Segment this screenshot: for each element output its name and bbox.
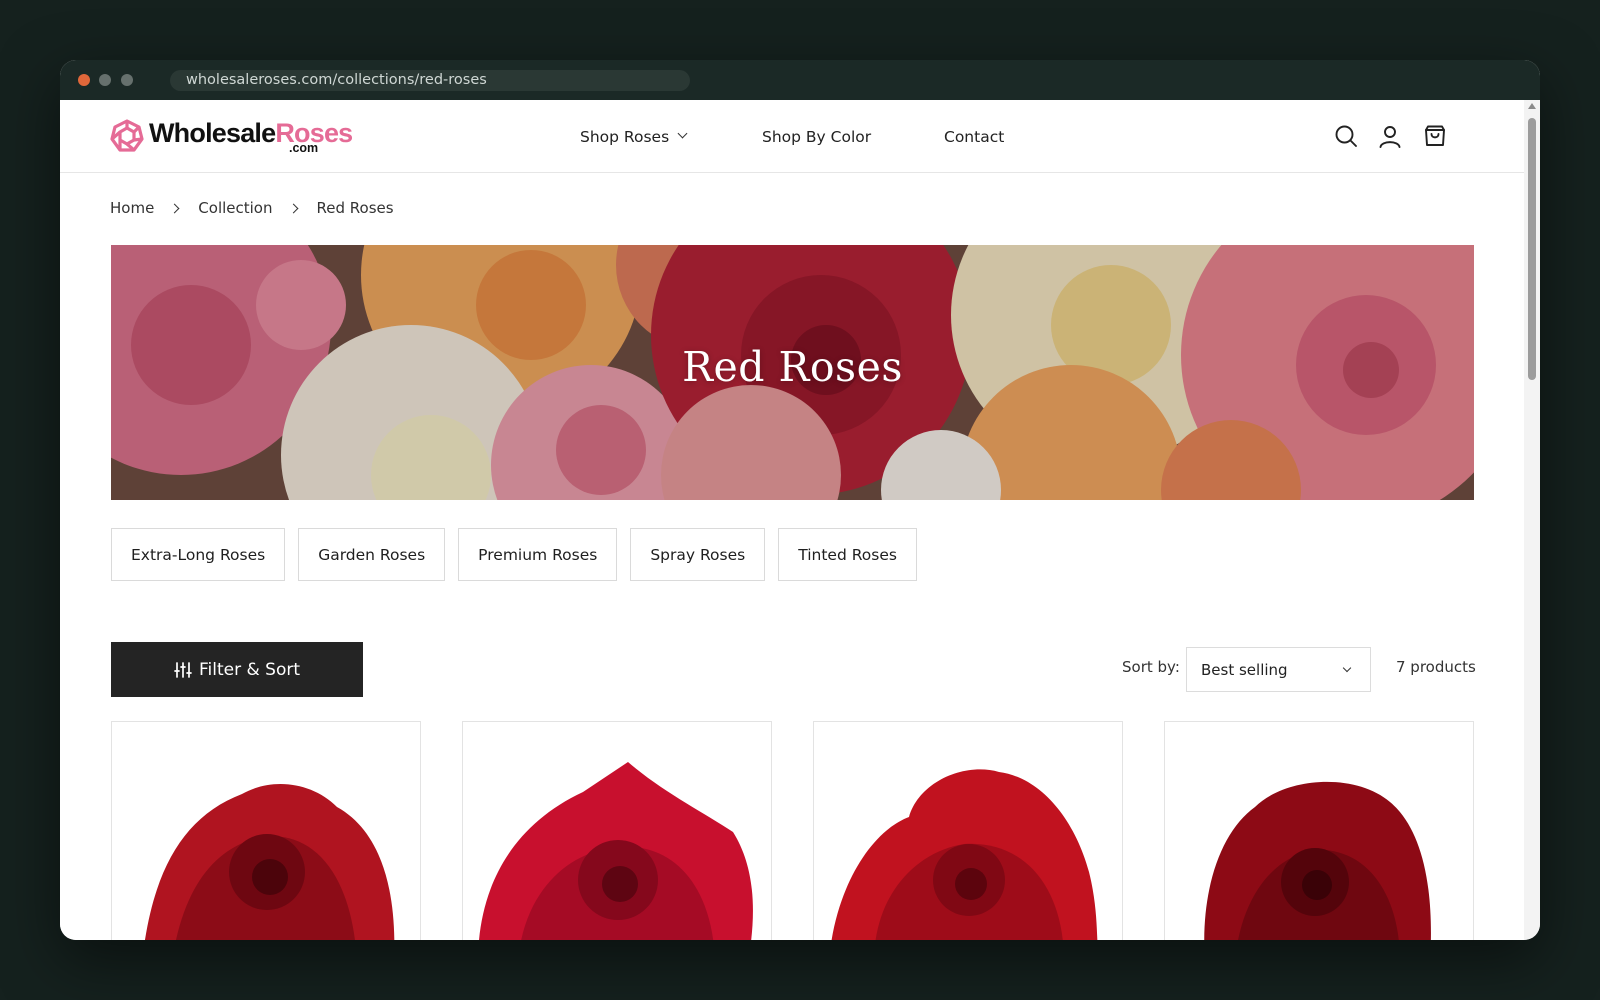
address-bar[interactable]: wholesaleroses.com/collections/red-roses [170, 70, 690, 91]
nav-shop-roses[interactable]: Shop Roses [580, 100, 688, 173]
nav-shop-by-color[interactable]: Shop By Color [762, 100, 871, 173]
product-card[interactable] [813, 721, 1123, 940]
cart-icon[interactable] [1423, 124, 1447, 148]
product-card[interactable] [462, 721, 772, 940]
red-rose-product-image [831, 769, 1098, 940]
scrollbar-thumb[interactable] [1528, 118, 1536, 380]
filter-sort-label: Filter & Sort [198, 659, 300, 680]
logo-domain-suffix: .com [289, 141, 319, 155]
minimize-window-button[interactable] [99, 74, 111, 86]
sliders-icon [174, 661, 192, 678]
page-content: WholesaleRoses .com Shop Roses Shop By C… [60, 100, 1524, 940]
site-header: WholesaleRoses .com Shop Roses Shop By C… [60, 100, 1524, 173]
breadcrumb-collection[interactable]: Collection [198, 199, 272, 217]
browser-titlebar: wholesaleroses.com/collections/red-roses [60, 60, 1540, 100]
rose-logo-icon [110, 119, 144, 152]
collection-hero-banner: Red Roses [111, 245, 1474, 500]
chevron-down-icon [1342, 663, 1352, 673]
chevron-right-icon [169, 203, 180, 213]
breadcrumb-home[interactable]: Home [110, 199, 154, 217]
close-window-button[interactable] [78, 74, 90, 86]
account-icon[interactable] [1378, 124, 1402, 148]
red-rose-product-image [479, 762, 753, 940]
sort-label: Sort by: [1122, 658, 1180, 676]
category-chips: Extra-Long Roses Garden Roses Premium Ro… [111, 528, 930, 581]
chevron-down-icon [677, 128, 688, 139]
nav-shop-by-color-label: Shop By Color [762, 127, 872, 146]
chip-premium-roses[interactable]: Premium Roses [458, 528, 618, 581]
maximize-window-button[interactable] [121, 74, 133, 86]
filter-sort-button[interactable]: Filter & Sort [111, 642, 363, 697]
logo-wordmark: WholesaleRoses [149, 117, 353, 148]
page-title: Red Roses [682, 343, 903, 391]
product-count: 7 products [1396, 658, 1476, 676]
search-icon[interactable] [1334, 124, 1358, 148]
red-rose-product-image [1204, 781, 1431, 940]
nav-contact-label: Contact [944, 127, 1005, 146]
product-card[interactable] [1164, 721, 1474, 940]
chip-garden-roses[interactable]: Garden Roses [298, 528, 446, 581]
sort-select[interactable]: Best selling [1186, 647, 1371, 692]
nav-shop-roses-label: Shop Roses [580, 127, 670, 146]
chip-tinted-roses[interactable]: Tinted Roses [778, 528, 917, 581]
nav-contact[interactable]: Contact [944, 100, 1004, 173]
red-rose-product-image [145, 784, 395, 940]
breadcrumb: Home Collection Red Roses [110, 196, 394, 220]
breadcrumb-current: Red Roses [316, 199, 394, 217]
product-card[interactable] [111, 721, 421, 940]
vertical-scrollbar[interactable] [1524, 100, 1540, 940]
scroll-up-arrow-icon[interactable] [1528, 103, 1536, 109]
browser-window: wholesaleroses.com/collections/red-roses… [60, 60, 1540, 940]
chip-spray-roses[interactable]: Spray Roses [630, 528, 766, 581]
site-logo[interactable]: WholesaleRoses .com [110, 116, 353, 156]
sort-select-value: Best selling [1201, 660, 1288, 679]
chevron-right-icon [288, 203, 298, 213]
chip-extra-long-roses[interactable]: Extra-Long Roses [111, 528, 286, 581]
